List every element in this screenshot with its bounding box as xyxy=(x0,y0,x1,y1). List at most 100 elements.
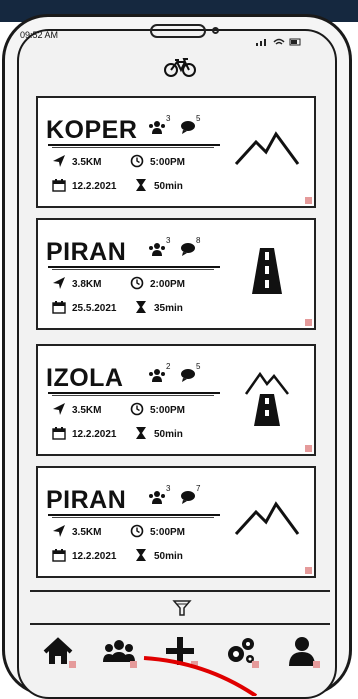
comments-icon xyxy=(180,120,196,134)
time-value: 5:00PM xyxy=(150,405,186,416)
comments-count: 5 xyxy=(196,114,201,123)
time-row: 2:00PM xyxy=(130,276,185,293)
people-icon xyxy=(148,490,166,504)
ride-card[interactable]: IZOLA 2 5 3.5KM 5:00PM 12.2.2021 50min xyxy=(36,344,316,456)
people-icon xyxy=(148,120,166,134)
clock-icon xyxy=(130,154,150,171)
nav-home[interactable] xyxy=(40,634,76,668)
calendar-icon xyxy=(52,548,72,565)
card-underline-2 xyxy=(52,147,214,148)
duration-row: 50min xyxy=(134,178,183,195)
mountain-icon xyxy=(232,120,302,180)
date-row: 12.2.2021 xyxy=(52,548,117,565)
nav-divider xyxy=(30,623,330,625)
distance-row: 3.5KM xyxy=(52,524,101,541)
card-badge xyxy=(305,319,312,326)
time-row: 5:00PM xyxy=(130,524,185,541)
card-underline-2 xyxy=(52,395,214,396)
duration-value: 50min xyxy=(154,551,183,562)
comments-icon xyxy=(180,490,196,504)
duration-value: 50min xyxy=(154,181,183,192)
distance-value: 3.5KM xyxy=(72,527,102,538)
comments-icon xyxy=(180,368,196,382)
mountain-road-icon xyxy=(232,368,302,428)
date-row: 25.5.2021 xyxy=(52,300,117,317)
duration-row: 50min xyxy=(134,426,183,443)
speaker-notch xyxy=(150,24,206,38)
nav-badge xyxy=(69,661,76,668)
date-row: 12.2.2021 xyxy=(52,426,117,443)
card-underline-2 xyxy=(52,269,214,270)
hourglass-icon xyxy=(134,300,154,317)
system-icons xyxy=(254,34,304,46)
list-bottom-divider xyxy=(30,590,330,592)
ride-card[interactable]: KOPER 3 5 3.5KM 5:00PM 12.2.2021 50min xyxy=(36,96,316,208)
duration-value: 35min xyxy=(154,303,183,314)
people-count: 2 xyxy=(166,362,171,371)
card-city: PIRAN xyxy=(46,238,127,266)
hourglass-icon xyxy=(134,178,154,195)
nav-profile[interactable] xyxy=(284,634,320,668)
card-underline xyxy=(48,266,220,268)
nav-group[interactable] xyxy=(101,634,137,668)
navigation-arrow-icon xyxy=(52,154,72,171)
status-time: 09:52 AM xyxy=(20,30,59,40)
date-value: 25.5.2021 xyxy=(72,303,117,314)
duration-row: 50min xyxy=(134,548,183,565)
distance-value: 3.5KM xyxy=(72,405,102,416)
comments-count: 7 xyxy=(196,484,201,493)
navigation-arrow-icon xyxy=(52,402,72,419)
time-row: 5:00PM xyxy=(130,402,185,419)
clock-icon xyxy=(130,524,150,541)
people-icon xyxy=(148,242,166,256)
card-badge xyxy=(305,567,312,574)
camera-dot xyxy=(212,27,219,34)
mountain-icon xyxy=(232,490,302,550)
people-count: 3 xyxy=(166,236,171,245)
date-row: 12.2.2021 xyxy=(52,178,117,195)
distance-row: 3.5KM xyxy=(52,154,101,171)
card-underline xyxy=(48,514,220,516)
calendar-icon xyxy=(52,426,72,443)
card-underline xyxy=(48,392,220,394)
card-badge xyxy=(305,445,312,452)
calendar-icon xyxy=(52,178,72,195)
people-icon xyxy=(148,368,166,382)
card-badge xyxy=(305,197,312,204)
time-value: 5:00PM xyxy=(150,157,186,168)
clock-icon xyxy=(130,276,150,293)
hourglass-icon xyxy=(134,548,154,565)
navigation-arrow-icon xyxy=(52,524,72,541)
hourglass-icon xyxy=(134,426,154,443)
time-row: 5:00PM xyxy=(130,154,185,171)
card-city: IZOLA xyxy=(46,364,124,392)
comments-count: 8 xyxy=(196,236,201,245)
people-count: 3 xyxy=(166,484,171,493)
time-value: 5:00PM xyxy=(150,527,186,538)
date-value: 12.2.2021 xyxy=(72,181,117,192)
nav-badge xyxy=(313,661,320,668)
distance-row: 3.5KM xyxy=(52,402,101,419)
card-city: PIRAN xyxy=(46,486,127,514)
comments-count: 5 xyxy=(196,362,201,371)
clock-icon xyxy=(130,402,150,419)
distance-value: 3.8KM xyxy=(72,279,102,290)
duration-row: 35min xyxy=(134,300,183,317)
distance-row: 3.8KM xyxy=(52,276,101,293)
people-count: 3 xyxy=(166,114,171,123)
calendar-icon xyxy=(52,300,72,317)
annotation-arrow xyxy=(143,656,258,696)
filter-icon[interactable] xyxy=(172,598,192,618)
date-value: 12.2.2021 xyxy=(72,551,117,562)
duration-value: 50min xyxy=(154,429,183,440)
comments-icon xyxy=(180,242,196,256)
date-value: 12.2.2021 xyxy=(72,429,117,440)
time-value: 2:00PM xyxy=(150,279,186,290)
navigation-arrow-icon xyxy=(52,276,72,293)
distance-value: 3.5KM xyxy=(72,157,102,168)
card-underline xyxy=(48,144,220,146)
ride-card[interactable]: PIRAN 3 8 3.8KM 2:00PM 25.5.2021 35min xyxy=(36,218,316,330)
road-icon xyxy=(232,242,302,302)
ride-card[interactable]: PIRAN 3 7 3.5KM 5:00PM 12.2.2021 50min xyxy=(36,466,316,578)
bicycle-logo-icon xyxy=(163,56,197,78)
